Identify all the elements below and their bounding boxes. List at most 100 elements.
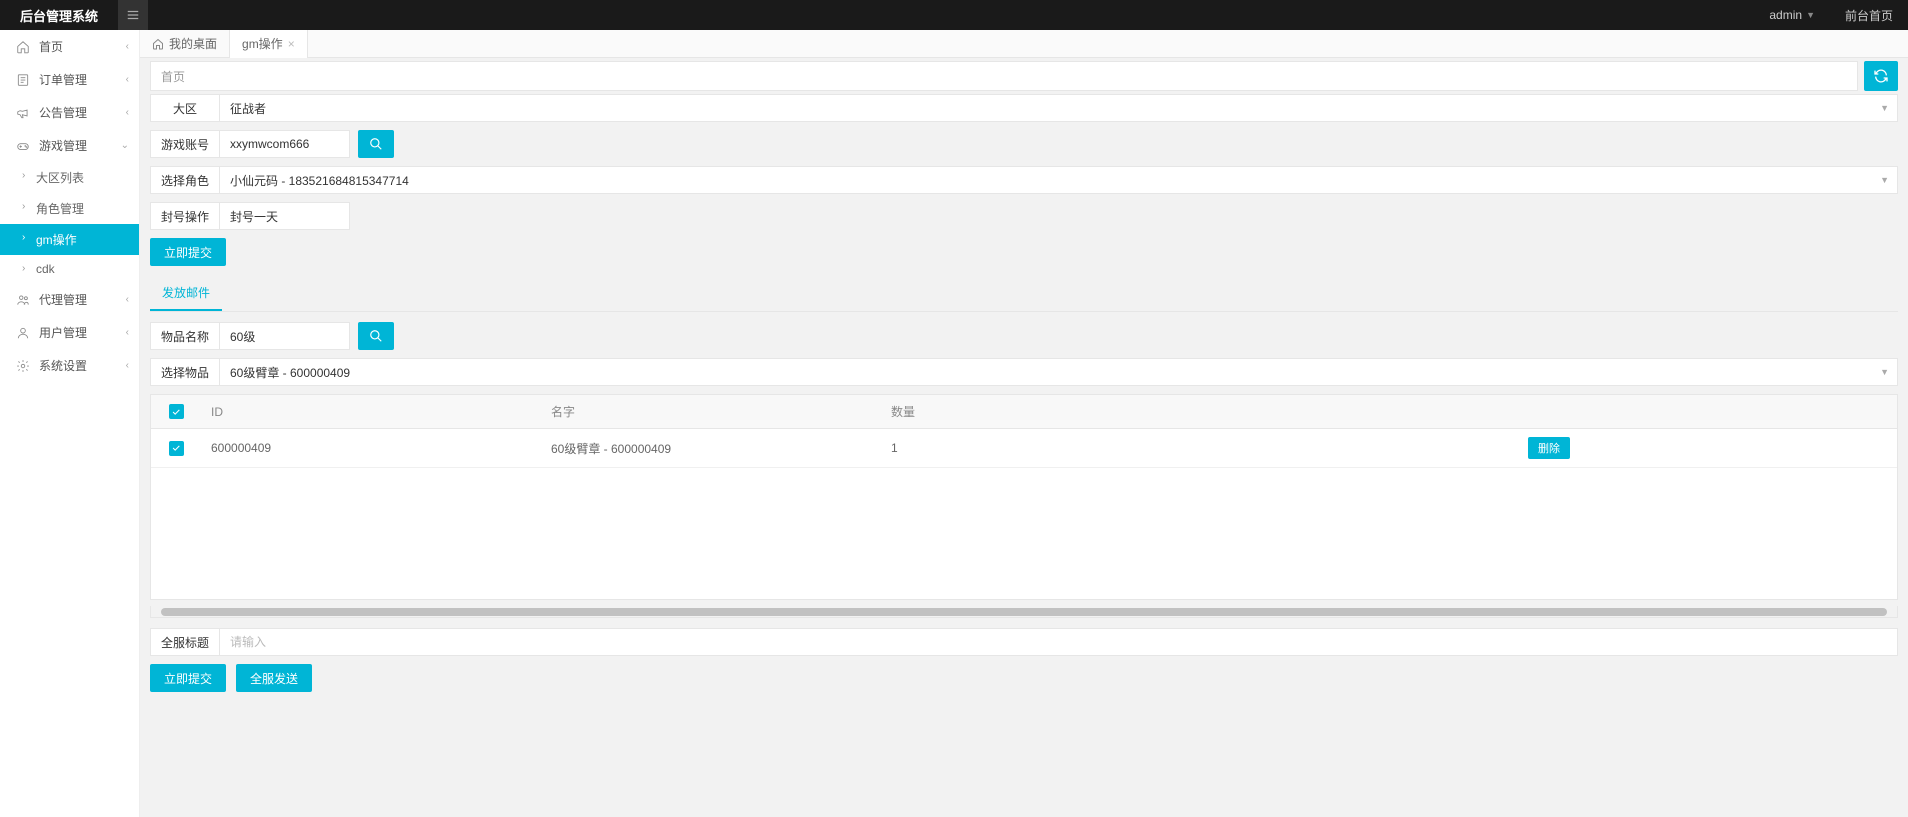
item-select[interactable]: 60级臂章 - 600000409 ▼ [220,358,1898,386]
account-input[interactable] [220,130,350,158]
home-icon [15,40,31,54]
sidebar-item-home[interactable]: 首页 ‹ [0,30,139,63]
home-icon [152,38,164,50]
th-action [1201,395,1897,428]
sub-tab-mail[interactable]: 发放邮件 [150,276,222,311]
region-label: 大区 [150,94,220,122]
delete-button[interactable]: 删除 [1528,437,1570,459]
user-menu[interactable]: admin ▼ [1754,8,1830,22]
send-all-button[interactable]: 全服发送 [236,664,312,692]
account-label: 游戏账号 [150,130,220,158]
search-icon [369,329,383,343]
th-name: 名字 [541,395,881,428]
announce-icon [15,106,31,120]
sidebar-sub-gm-ops[interactable]: ›gm操作 [0,224,139,255]
ban-select[interactable]: 封号一天 [220,202,350,230]
sidebar-item-orders[interactable]: 订单管理 ‹ [0,63,139,96]
chevron-left-icon: ‹ [126,74,129,85]
item-name-input[interactable] [220,322,350,350]
sidebar-item-agent[interactable]: 代理管理 ‹ [0,283,139,316]
hamburger-icon [126,8,140,22]
topbar: 后台管理系统 admin ▼ 前台首页 [0,0,1908,30]
caret-down-icon: ▼ [1806,10,1815,20]
breadcrumb: 首页 [150,61,1858,91]
th-qty: 数量 [881,395,1201,428]
submit-button-2[interactable]: 立即提交 [150,664,226,692]
horizontal-scrollbar[interactable] [150,606,1898,618]
scrollbar-thumb[interactable] [161,608,1887,616]
table-header: ID 名字 数量 [151,395,1897,429]
ban-value: 封号一天 [230,208,278,225]
tab-gm-ops[interactable]: gm操作 × [230,30,308,58]
item-table: ID 名字 数量 600000409 60级臂章 - 600000409 1 删… [150,394,1898,600]
search-account-button[interactable] [358,130,394,158]
refresh-icon [1873,68,1889,84]
sidebar-sub-region-list[interactable]: ›大区列表 [0,162,139,193]
th-id: ID [201,395,541,428]
brand-title: 后台管理系统 [0,6,118,25]
chevron-left-icon: ‹ [126,360,129,371]
frontend-link[interactable]: 前台首页 [1830,7,1908,24]
menu-toggle-button[interactable] [118,0,148,30]
search-item-button[interactable] [358,322,394,350]
region-select[interactable]: 征战者 ▼ [220,94,1898,122]
caret-down-icon: ▼ [1880,175,1889,185]
cell-qty: 1 [881,429,1201,467]
global-title-label: 全服标题 [150,628,220,656]
order-icon [15,73,31,87]
cell-id: 600000409 [201,429,541,467]
sidebar-item-label: 公告管理 [39,104,87,121]
main-content: 我的桌面 gm操作 × 首页 大区 征战者 ▼ [140,30,1908,817]
sidebar-item-settings[interactable]: 系统设置 ‹ [0,349,139,382]
sub-tabs: 发放邮件 [150,276,1898,312]
sidebar-item-label: 首页 [39,38,63,55]
close-icon[interactable]: × [288,30,295,58]
region-value: 征战者 [230,100,266,117]
chevron-left-icon: ‹ [126,41,129,52]
role-value: 小仙元码 - 183521684815347714 [230,172,409,189]
cell-name: 60级臂章 - 600000409 [541,429,881,467]
sidebar-item-game[interactable]: 游戏管理 ⌄ [0,129,139,162]
sidebar-item-label: 游戏管理 [39,137,87,154]
chevron-left-icon: ‹ [126,107,129,118]
item-select-label: 选择物品 [150,358,220,386]
sidebar-item-label: 角色管理 [36,202,84,216]
caret-down-icon: ▼ [1880,103,1889,113]
sidebar-item-label: 大区列表 [36,171,84,185]
tab-desktop[interactable]: 我的桌面 [140,30,230,58]
search-icon [369,137,383,151]
sidebar-item-label: 代理管理 [39,291,87,308]
chevron-left-icon: ‹ [126,294,129,305]
submit-button-1[interactable]: 立即提交 [150,238,226,266]
sidebar: 首页 ‹ 订单管理 ‹ 公告管理 ‹ 游戏管理 ⌄ ›大区列表 ›角色管理 ›g… [0,30,140,817]
tab-label: 我的桌面 [169,30,217,58]
global-title-input[interactable] [220,628,1898,656]
role-label: 选择角色 [150,166,220,194]
tab-label: gm操作 [242,30,283,58]
item-name-label: 物品名称 [150,322,220,350]
chevron-left-icon: ‹ [126,327,129,338]
row-checkbox[interactable] [169,441,184,456]
user-icon [15,326,31,340]
sidebar-sub-role-manage[interactable]: ›角色管理 [0,193,139,224]
page-tabs: 我的桌面 gm操作 × [140,30,1908,58]
sidebar-item-label: 系统设置 [39,357,87,374]
agent-icon [15,293,31,307]
role-select[interactable]: 小仙元码 - 183521684815347714 ▼ [220,166,1898,194]
sidebar-item-announce[interactable]: 公告管理 ‹ [0,96,139,129]
sidebar-item-user[interactable]: 用户管理 ‹ [0,316,139,349]
sidebar-sub-cdk[interactable]: ›cdk [0,255,139,283]
sidebar-item-label: 用户管理 [39,324,87,341]
check-all[interactable] [169,404,184,419]
refresh-button[interactable] [1864,61,1898,91]
chevron-down-icon: ⌄ [121,140,129,151]
item-select-value: 60级臂章 - 600000409 [230,364,350,381]
caret-down-icon: ▼ [1880,367,1889,377]
user-name: admin [1769,8,1802,22]
game-icon [15,139,31,153]
table-row: 600000409 60级臂章 - 600000409 1 删除 [151,429,1897,468]
ban-label: 封号操作 [150,202,220,230]
gear-icon [15,359,31,373]
sidebar-item-label: 订单管理 [39,71,87,88]
sidebar-item-label: gm操作 [36,233,77,247]
